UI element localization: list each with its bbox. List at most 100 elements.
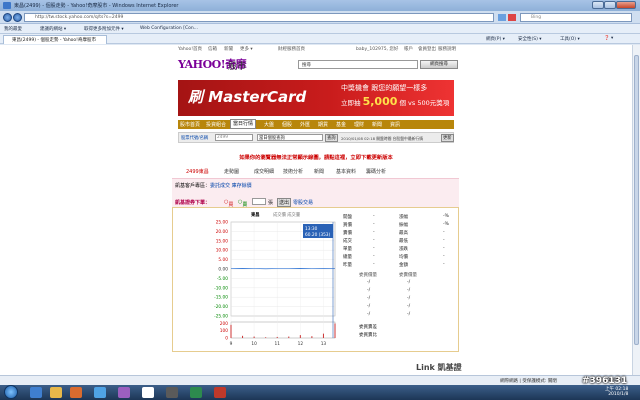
search-input[interactable]: Bing bbox=[520, 13, 632, 22]
favorite-item[interactable]: 取得更多附加元件 ▾ bbox=[84, 26, 124, 32]
logout-link[interactable]: 會員登出 bbox=[418, 46, 436, 52]
book-total-label: 委買賣差 bbox=[359, 325, 377, 330]
tab-label: 東昌(2499) - 個股走勢 - Yahoo!奇摩股市 bbox=[12, 38, 96, 43]
order-submit-button[interactable]: 送出 bbox=[277, 198, 292, 207]
x-tick-label: 9 bbox=[230, 341, 233, 347]
finance-home-link[interactable]: 財經服務首頁 bbox=[278, 46, 305, 52]
nav-tab[interactable]: 個股 bbox=[282, 121, 292, 128]
odd-lot-link[interactable]: 零股交易 bbox=[293, 199, 313, 206]
kgi-order-link[interactable]: 委託成交 bbox=[210, 183, 230, 189]
app-icon[interactable] bbox=[190, 387, 202, 398]
safety-menu[interactable]: 安全性(S) ▾ bbox=[518, 36, 542, 42]
stop-icon[interactable] bbox=[508, 14, 516, 21]
app-icon[interactable] bbox=[94, 387, 106, 398]
start-button[interactable] bbox=[4, 385, 18, 399]
favorite-item[interactable]: Web Configuration [Con... bbox=[140, 26, 198, 31]
quote-value: -% bbox=[443, 222, 449, 227]
taskbar-clock[interactable]: 上午 02:18 2010/1/8 bbox=[605, 387, 628, 397]
help-menu[interactable]: ❓ ▾ bbox=[604, 36, 613, 41]
y-tick-label: 10.00 bbox=[216, 248, 229, 254]
nav-tab[interactable]: 理財 bbox=[354, 121, 364, 128]
kgi-inventory-link[interactable]: 庫存餘價 bbox=[232, 183, 252, 189]
nav-tab[interactable]: 股市首頁 bbox=[180, 121, 200, 128]
quote-label: 最低 bbox=[399, 239, 408, 244]
x-tick-label: 13 bbox=[321, 341, 327, 347]
quote-label: 單量 bbox=[343, 247, 352, 252]
media-icon[interactable] bbox=[70, 387, 82, 398]
y-tick-label: 15.00 bbox=[216, 238, 229, 244]
refresh-icon[interactable] bbox=[498, 14, 506, 21]
favorite-item[interactable]: 建議的網站 ▾ bbox=[40, 26, 66, 32]
close-button[interactable] bbox=[616, 1, 636, 9]
app-icon[interactable] bbox=[142, 387, 154, 398]
ask-cell: -/ bbox=[407, 304, 411, 309]
ask-cell: -/ bbox=[407, 280, 411, 285]
nav-tab[interactable]: 投資組合 bbox=[206, 121, 226, 128]
app-icon[interactable] bbox=[118, 387, 130, 398]
scroll-thumb[interactable] bbox=[634, 55, 639, 345]
book-total-label: 委買賣比 bbox=[359, 333, 377, 338]
more-link[interactable]: 更多 ▾ bbox=[240, 46, 253, 52]
quote-label: 賣價 bbox=[343, 231, 352, 236]
mail-link[interactable]: 信箱 bbox=[208, 46, 217, 52]
account-link[interactable]: 帳戶 bbox=[404, 46, 413, 52]
tools-menu[interactable]: 工具(O) ▾ bbox=[560, 36, 580, 42]
favorites-bar: 我的最愛 建議的網站 ▾ 取得更多附加元件 ▾ Web Configuratio… bbox=[0, 24, 640, 34]
subnav-item[interactable]: 走勢圖 bbox=[224, 168, 239, 175]
page-menu[interactable]: 網頁(P) ▾ bbox=[486, 36, 505, 42]
nav-tab[interactable]: 大盤 bbox=[264, 121, 274, 128]
nav-tab-active[interactable]: 當日行情 bbox=[230, 119, 257, 129]
stock-logo-text: 股市 bbox=[228, 62, 247, 72]
bid-cell: -/ bbox=[367, 304, 371, 309]
web-search-button[interactable]: 網頁搜尋 bbox=[420, 60, 458, 69]
subnav-item[interactable]: 新聞 bbox=[314, 168, 324, 175]
favorites-button[interactable]: 我的最愛 bbox=[4, 26, 22, 32]
nav-tab[interactable]: 新聞 bbox=[372, 121, 382, 128]
subnav-item[interactable]: 籌碼分析 bbox=[366, 168, 386, 175]
app-icon[interactable] bbox=[166, 387, 178, 398]
download-warning[interactable]: 如果你的瀏覽器無法正常顯示線圖，請點這裡，立即下載更新版本 bbox=[178, 153, 454, 161]
yahoo-search-input[interactable]: 搜尋 bbox=[298, 60, 418, 69]
title-bar: 東昌(2499) - 個股走勢 - Yahoo!奇摩股市 - Windows I… bbox=[0, 0, 640, 11]
tooltip-time: 13:30 bbox=[305, 226, 318, 232]
stock-code-input[interactable]: 2499 bbox=[215, 134, 253, 141]
news-link[interactable]: 新聞 bbox=[224, 46, 233, 52]
window-title: 東昌(2499) - 個股走勢 - Yahoo!奇摩股市 - Windows I… bbox=[14, 3, 179, 9]
chart-stock-name: 東昌 bbox=[251, 211, 260, 218]
quote-label: 總量 bbox=[343, 255, 352, 260]
kgi-customer-zone: 凱基客戶專區：委託成交 庫存餘價 bbox=[172, 178, 459, 198]
subnav-item[interactable]: 成交明細 bbox=[254, 168, 274, 175]
intraday-chart[interactable]: 東昌 成交價 成交量 25.00 20.00 15.00 10.00 5.00 0.00 -5.… bbox=[173, 208, 460, 353]
book-header: 委買價量 bbox=[359, 273, 377, 278]
nav-tab[interactable]: 外匯 bbox=[300, 121, 310, 128]
help-link[interactable]: 服務說明 bbox=[438, 46, 456, 52]
status-bar: 網際網路 | 受保護模式: 關閉 100% ▾ bbox=[0, 375, 640, 385]
explorer-icon[interactable] bbox=[50, 387, 62, 398]
nav-tab[interactable]: 基金 bbox=[336, 121, 346, 128]
app-icon[interactable] bbox=[214, 387, 226, 398]
url-input[interactable]: http://tw.stock.yahoo.com/q/ts?s=2499 bbox=[24, 13, 494, 22]
quote-value: - bbox=[443, 254, 445, 259]
refresh-quote-button[interactable]: 更新 bbox=[441, 134, 454, 142]
mastercard-banner[interactable]: 刷 MasterCard 中獎機會 跟您的願望一樣多 立即抽 5,000 個 v… bbox=[178, 80, 454, 116]
subnav-stock[interactable]: 2499東昌 bbox=[186, 168, 209, 175]
query-type-select[interactable]: 當日個股查詢 bbox=[257, 134, 323, 141]
subnav-item[interactable]: 基本資料 bbox=[336, 168, 356, 175]
sell-radio[interactable]: ○ 賣 bbox=[238, 199, 247, 208]
browser-tab[interactable]: 東昌(2499) - 個股走勢 - Yahoo!奇摩股市 bbox=[3, 35, 107, 44]
forward-icon[interactable] bbox=[13, 13, 22, 22]
ie-taskbar-icon[interactable] bbox=[30, 387, 42, 398]
yahoo-home-link[interactable]: Yahoo!首頁 bbox=[178, 46, 202, 52]
chart-legend: 成交價 成交量 bbox=[273, 211, 301, 218]
maximize-button[interactable] bbox=[604, 1, 616, 9]
minimize-button[interactable] bbox=[592, 1, 604, 9]
nav-tab[interactable]: 資訊 bbox=[390, 121, 400, 128]
y-tick-label: 25.00 bbox=[216, 220, 229, 226]
nav-tab[interactable]: 期貨 bbox=[318, 121, 328, 128]
vertical-scrollbar[interactable] bbox=[632, 45, 640, 375]
back-icon[interactable] bbox=[3, 13, 12, 22]
subnav-item[interactable]: 技術分析 bbox=[283, 168, 303, 175]
quantity-input[interactable] bbox=[252, 198, 266, 205]
buy-radio[interactable]: ○ 買 bbox=[224, 199, 233, 208]
query-button[interactable]: 查詢 bbox=[325, 134, 338, 142]
